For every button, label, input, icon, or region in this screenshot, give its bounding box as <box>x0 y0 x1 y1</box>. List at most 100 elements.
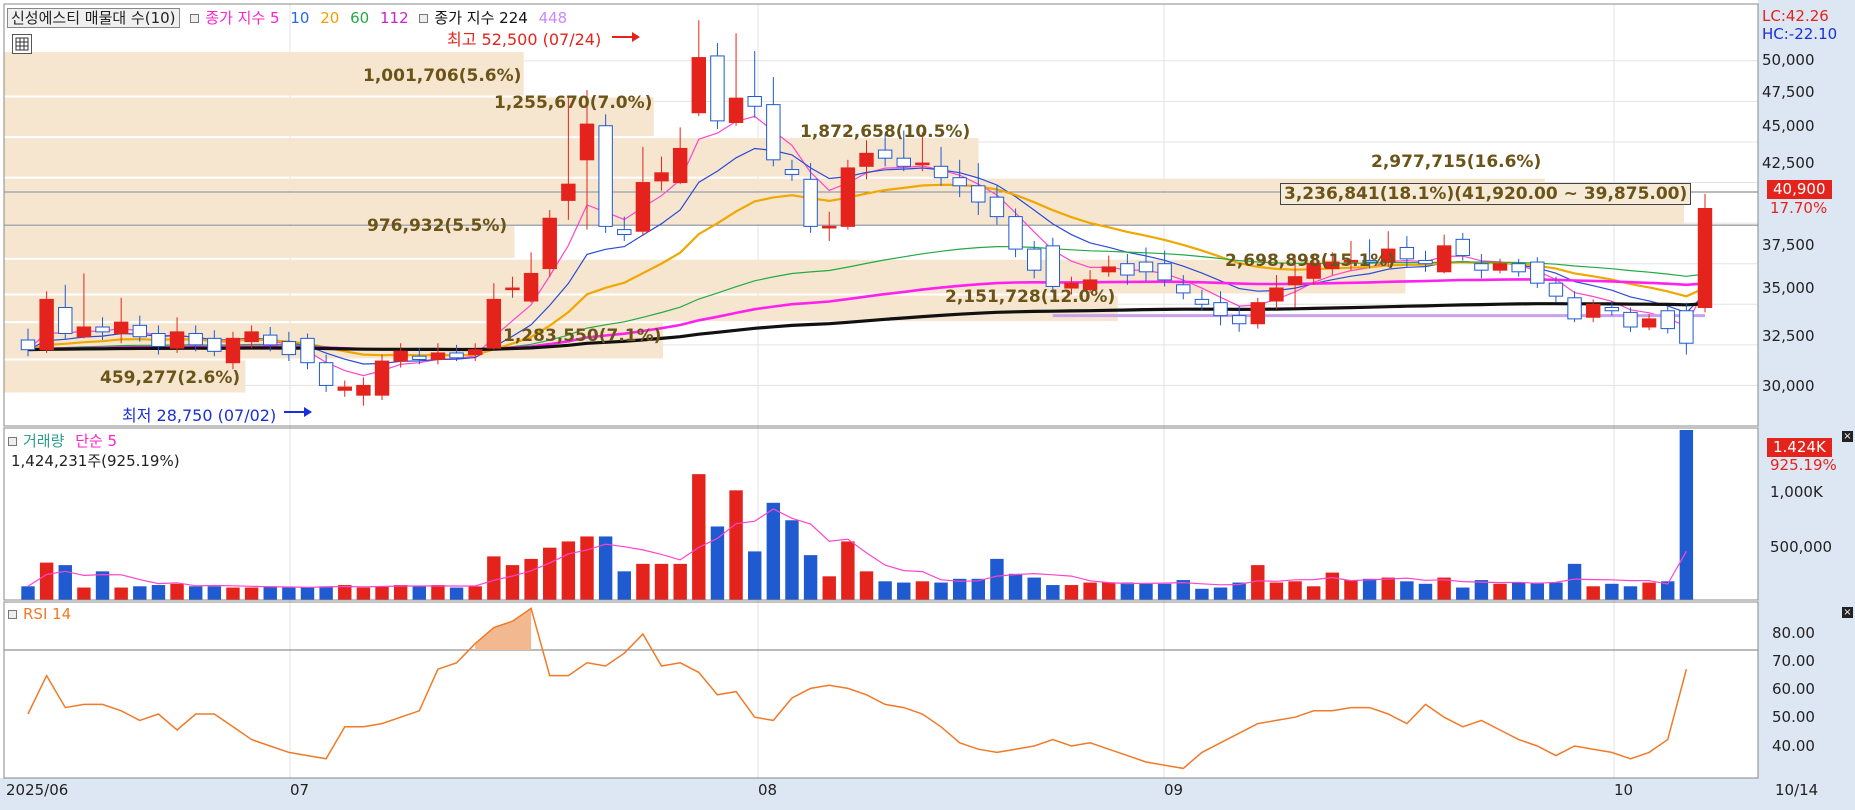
volume-bar <box>449 587 464 600</box>
candle-body <box>505 287 520 291</box>
volume-bar <box>990 558 1004 600</box>
close-rsi-icon[interactable]: × <box>1842 607 1853 618</box>
current-price-badge: 40,900 <box>1767 180 1832 199</box>
candle-body <box>486 298 502 349</box>
candle-body <box>523 272 539 302</box>
candle-body <box>1585 303 1601 318</box>
candle-body <box>617 229 632 235</box>
candle-body <box>1623 311 1638 328</box>
volume-bar <box>1362 578 1377 600</box>
indicator-name[interactable]: 신성에스티 매물대 수(10) <box>7 8 180 28</box>
vp-label: 976,932(5.5%) <box>367 216 508 236</box>
volume-bar <box>1400 581 1414 600</box>
volume-bar <box>1288 581 1302 600</box>
volume-bar <box>1251 565 1265 600</box>
volume-ma-label: 단순 5 <box>75 432 118 450</box>
x-tick-2025-06: 2025/06 <box>6 781 69 799</box>
candle-body <box>1213 302 1228 317</box>
volume-bar <box>505 565 520 600</box>
candle-body <box>1530 261 1545 284</box>
volume-bar <box>766 502 781 600</box>
volume-bar <box>21 586 35 600</box>
candle-body <box>39 298 54 351</box>
price-tick-50000: 50,000 <box>1762 51 1815 69</box>
candle-body <box>1194 298 1210 305</box>
volume-bar <box>1325 572 1340 600</box>
candle-body <box>579 123 595 161</box>
candle-body <box>1231 315 1247 325</box>
table-grid-icon[interactable] <box>12 34 32 54</box>
vp-label: 1,001,706(5.6%) <box>363 66 522 86</box>
candle-body <box>412 355 427 360</box>
volume-bar <box>1195 588 1209 600</box>
candle-body <box>1008 216 1023 250</box>
candle-body <box>300 337 315 364</box>
volume-bar <box>561 541 576 600</box>
vp-label: 2,977,715(16.6%) <box>1371 152 1542 172</box>
volume-bar <box>785 520 799 600</box>
volume-bar <box>952 578 967 600</box>
candle-body <box>1287 276 1303 286</box>
candle-body <box>58 307 73 334</box>
candle-body <box>915 162 930 166</box>
vp-label: 2,698,898(15.1%) <box>1225 251 1396 271</box>
volume-bar <box>1474 580 1489 600</box>
volume-bar <box>1008 573 1023 600</box>
volume-bar <box>468 586 482 600</box>
volume-bar <box>1623 586 1638 600</box>
volume-bar <box>1456 587 1470 600</box>
volume-value: 1,424,231주(925.19%) <box>11 452 180 470</box>
volume-bar <box>263 586 277 600</box>
volume-tick-1000k: 1,000K <box>1770 483 1823 501</box>
vp-label: 1,872,658(10.5%) <box>800 122 971 142</box>
candle-body <box>1679 310 1694 344</box>
volume-bar <box>897 582 911 600</box>
vp-label: 459,277(2.6%) <box>100 368 241 388</box>
volume-bar <box>1586 586 1600 600</box>
candle-body <box>710 55 725 122</box>
volume-bar <box>95 571 110 600</box>
vp-label: 1,255,670(7.0%) <box>494 93 653 113</box>
candle-body <box>747 96 762 107</box>
close-volume-icon[interactable]: × <box>1842 431 1853 442</box>
candle-body <box>1641 318 1657 328</box>
candle-body <box>337 386 352 391</box>
candle-body <box>598 125 613 227</box>
volume-bar <box>1381 577 1395 600</box>
candle-body <box>877 149 893 159</box>
volume-bar <box>915 581 930 600</box>
candle-body <box>1455 238 1470 257</box>
candle-body <box>244 331 259 343</box>
candle-body <box>952 177 967 187</box>
candle-body <box>1548 282 1564 297</box>
candle-body <box>1176 284 1191 294</box>
price-tick-45000: 45,000 <box>1762 117 1815 135</box>
candle-body <box>542 217 557 270</box>
price-tick-30000: 30,000 <box>1762 377 1815 395</box>
volume-bar <box>1120 582 1135 600</box>
rsi-tick-50: 50.00 <box>1772 708 1815 726</box>
candle-body <box>169 331 185 349</box>
candle-body <box>132 324 148 338</box>
ma-label: 종가 지수 5 <box>205 9 280 27</box>
candle-body <box>151 332 166 347</box>
price-tick-32500: 32,500 <box>1762 327 1815 345</box>
volume-bar <box>1064 585 1079 600</box>
candle-body <box>1511 263 1526 273</box>
volume-bar <box>1418 583 1433 600</box>
price-tick-47500: 47,500 <box>1762 83 1815 101</box>
volume-bar <box>338 585 352 600</box>
volume-bar <box>1213 587 1228 600</box>
volume-bar <box>300 587 315 600</box>
candle-body <box>989 196 1005 218</box>
candle-body <box>1250 302 1266 325</box>
volume-bar <box>487 556 501 600</box>
volume-bar <box>1605 583 1619 600</box>
volume-bar <box>636 563 650 600</box>
candle-body <box>1269 287 1284 302</box>
volume-bar <box>1493 583 1507 600</box>
ma-period-112: 112 <box>380 9 409 27</box>
candle-body <box>76 326 92 338</box>
legend-square-icon <box>419 14 429 23</box>
volume-title: 거래량 <box>23 432 65 450</box>
